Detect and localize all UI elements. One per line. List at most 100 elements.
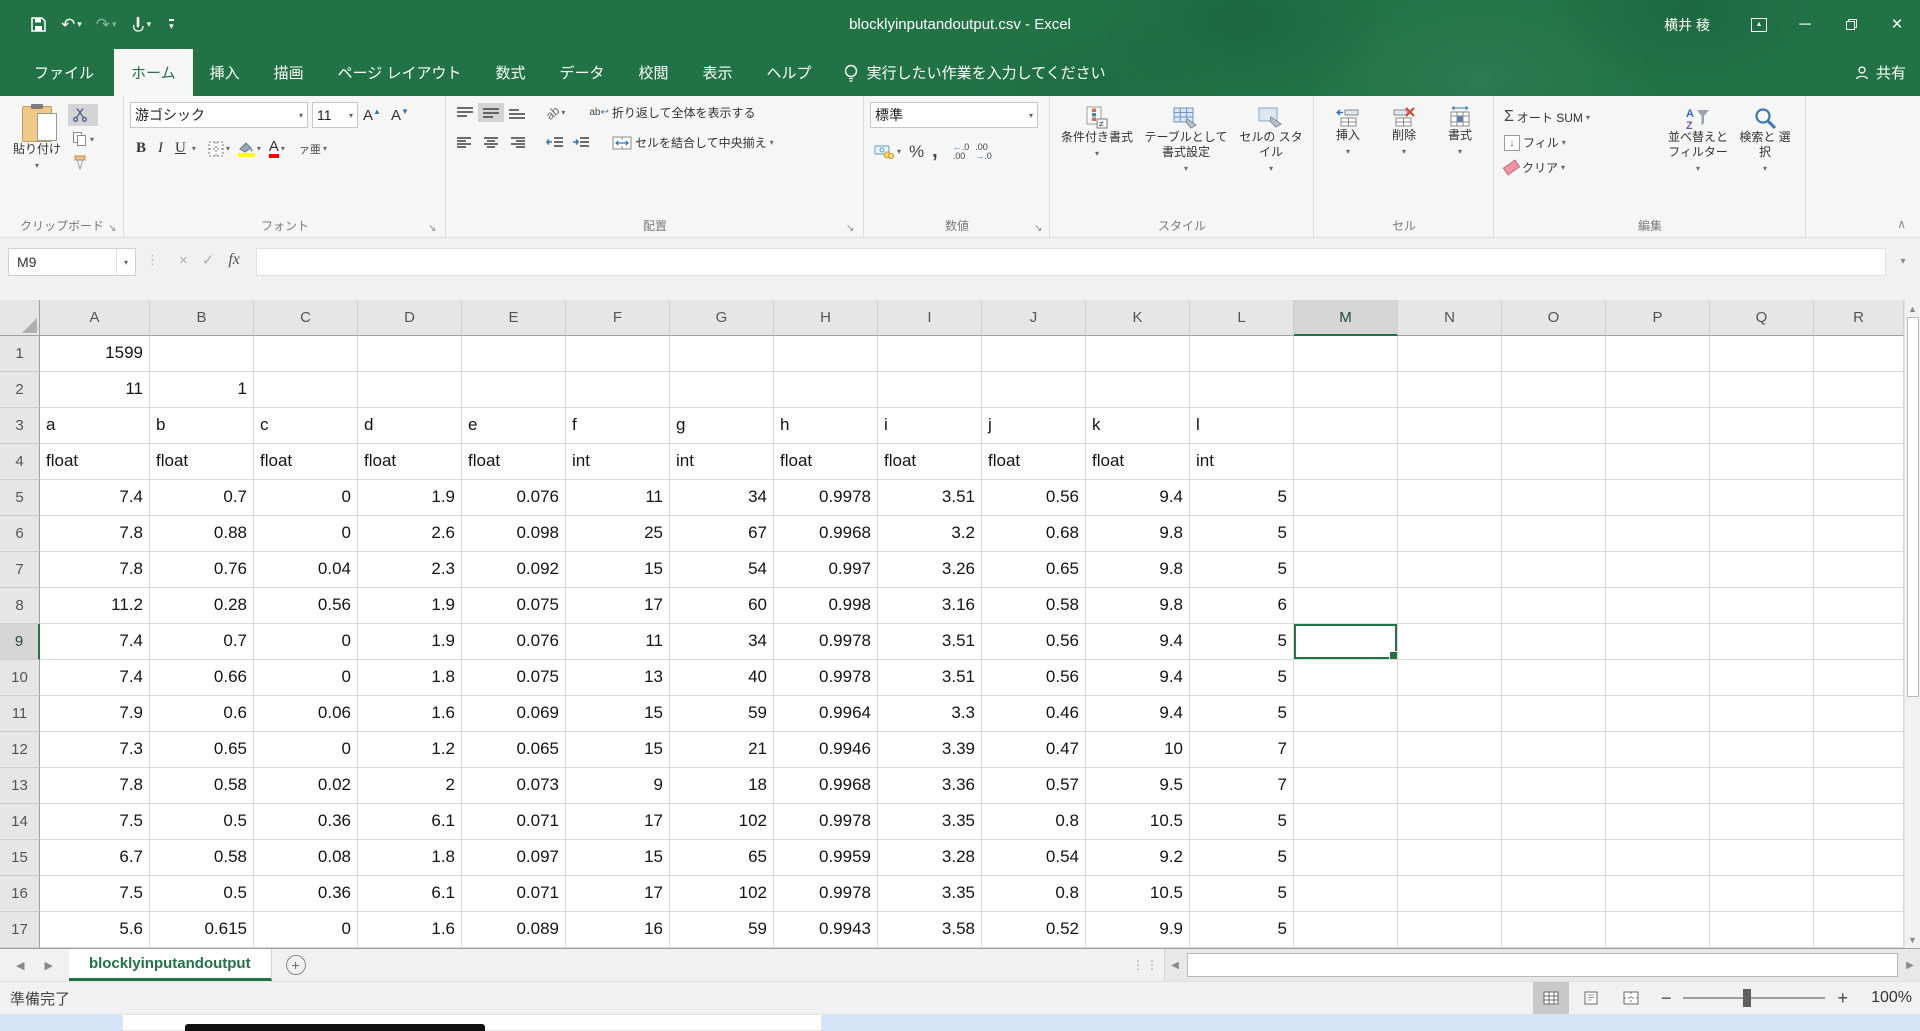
row-header-6[interactable]: 6 — [0, 516, 40, 552]
alignment-dialog-launcher-icon[interactable]: ↘ — [846, 223, 854, 234]
touch-mode-icon[interactable]: ▾ — [127, 16, 156, 33]
cell-P15[interactable] — [1606, 840, 1710, 876]
cell-M16[interactable] — [1294, 876, 1398, 912]
cell-A11[interactable]: 7.9 — [40, 696, 150, 732]
cell-O7[interactable] — [1502, 552, 1606, 588]
cell-F5[interactable]: 11 — [566, 480, 670, 516]
cell-K10[interactable]: 9.4 — [1086, 660, 1190, 696]
cell-N17[interactable] — [1398, 912, 1502, 948]
cell-C7[interactable]: 0.04 — [254, 552, 358, 588]
column-header-E[interactable]: E — [462, 300, 566, 336]
cell-F13[interactable]: 9 — [566, 768, 670, 804]
cell-K12[interactable]: 10 — [1086, 732, 1190, 768]
conditional-formatting-button[interactable]: ≠ 条件付き書式 ▾ — [1056, 102, 1138, 213]
sheet-tab-active[interactable]: blocklyinputandoutput — [69, 949, 272, 981]
cell-A6[interactable]: 7.8 — [40, 516, 150, 552]
cell-G10[interactable]: 40 — [670, 660, 774, 696]
cell-K2[interactable] — [1086, 372, 1190, 408]
cell-K14[interactable]: 10.5 — [1086, 804, 1190, 840]
cell-N4[interactable] — [1398, 444, 1502, 480]
cell-B10[interactable]: 0.66 — [150, 660, 254, 696]
cell-K8[interactable]: 9.8 — [1086, 588, 1190, 624]
cell-G12[interactable]: 21 — [670, 732, 774, 768]
cell-J8[interactable]: 0.58 — [982, 588, 1086, 624]
cell-F12[interactable]: 15 — [566, 732, 670, 768]
cell-N14[interactable] — [1398, 804, 1502, 840]
cell-K13[interactable]: 9.5 — [1086, 768, 1190, 804]
cell-A14[interactable]: 7.5 — [40, 804, 150, 840]
tab-file[interactable]: ファイル — [14, 49, 114, 96]
cell-G9[interactable]: 34 — [670, 624, 774, 660]
align-right-icon[interactable] — [504, 133, 530, 152]
cell-A17[interactable]: 5.6 — [40, 912, 150, 948]
cell-P11[interactable] — [1606, 696, 1710, 732]
cell-O3[interactable] — [1502, 408, 1606, 444]
cell-F2[interactable] — [566, 372, 670, 408]
name-box-caret-icon[interactable]: ▾ — [116, 249, 135, 275]
cell-E11[interactable]: 0.069 — [462, 696, 566, 732]
cell-E8[interactable]: 0.075 — [462, 588, 566, 624]
insert-cells-button[interactable]: 挿入 ▾ — [1320, 102, 1376, 213]
cell-J4[interactable]: float — [982, 444, 1086, 480]
column-header-I[interactable]: I — [878, 300, 982, 336]
cell-F1[interactable] — [566, 336, 670, 372]
cell-N6[interactable] — [1398, 516, 1502, 552]
formula-bar-splitter[interactable]: ⋮ — [142, 248, 163, 272]
cell-E13[interactable]: 0.073 — [462, 768, 566, 804]
cell-L10[interactable]: 5 — [1190, 660, 1294, 696]
cell-C12[interactable]: 0 — [254, 732, 358, 768]
increase-font-icon[interactable]: A▲ — [358, 107, 386, 124]
cell-F14[interactable]: 17 — [566, 804, 670, 840]
number-format-select[interactable]: 標準▾ — [870, 102, 1038, 128]
cell-Q10[interactable] — [1710, 660, 1814, 696]
cell-D16[interactable]: 6.1 — [358, 876, 462, 912]
cell-C6[interactable]: 0 — [254, 516, 358, 552]
cell-M13[interactable] — [1294, 768, 1398, 804]
row-header-14[interactable]: 14 — [0, 804, 40, 840]
cell-O8[interactable] — [1502, 588, 1606, 624]
cell-H4[interactable]: float — [774, 444, 878, 480]
clipboard-dialog-launcher-icon[interactable]: ↘ — [108, 223, 116, 234]
cell-E4[interactable]: float — [462, 444, 566, 480]
cell-L2[interactable] — [1190, 372, 1294, 408]
cell-N16[interactable] — [1398, 876, 1502, 912]
column-header-D[interactable]: D — [358, 300, 462, 336]
cell-J12[interactable]: 0.47 — [982, 732, 1086, 768]
cell-F9[interactable]: 11 — [566, 624, 670, 660]
cell-C15[interactable]: 0.08 — [254, 840, 358, 876]
tab-数式[interactable]: 数式 — [478, 49, 542, 96]
cell-O5[interactable] — [1502, 480, 1606, 516]
share-button[interactable]: 共有 — [1854, 49, 1906, 96]
cell-O13[interactable] — [1502, 768, 1606, 804]
cell-K6[interactable]: 9.8 — [1086, 516, 1190, 552]
cell-O11[interactable] — [1502, 696, 1606, 732]
cell-A5[interactable]: 7.4 — [40, 480, 150, 516]
cell-E7[interactable]: 0.092 — [462, 552, 566, 588]
cell-K11[interactable]: 9.4 — [1086, 696, 1190, 732]
tab-データ[interactable]: データ — [543, 49, 622, 96]
cell-A15[interactable]: 6.7 — [40, 840, 150, 876]
cell-M6[interactable] — [1294, 516, 1398, 552]
cell-D10[interactable]: 1.8 — [358, 660, 462, 696]
cell-C14[interactable]: 0.36 — [254, 804, 358, 840]
cell-B8[interactable]: 0.28 — [150, 588, 254, 624]
borders-button[interactable]: ▾ — [204, 138, 234, 160]
zoom-level[interactable]: 100% — [1860, 989, 1912, 1007]
cell-B17[interactable]: 0.615 — [150, 912, 254, 948]
zoom-slider[interactable] — [1683, 997, 1825, 999]
underline-button[interactable]: U — [169, 140, 192, 157]
cell-E3[interactable]: e — [462, 408, 566, 444]
cell-F17[interactable]: 16 — [566, 912, 670, 948]
new-sheet-icon[interactable]: + — [286, 955, 306, 975]
cell-I4[interactable]: float — [878, 444, 982, 480]
cell-C4[interactable]: float — [254, 444, 358, 480]
cell-N9[interactable] — [1398, 624, 1502, 660]
cell-I1[interactable] — [878, 336, 982, 372]
cell-L8[interactable]: 6 — [1190, 588, 1294, 624]
cell-I13[interactable]: 3.36 — [878, 768, 982, 804]
cell-C10[interactable]: 0 — [254, 660, 358, 696]
column-header-H[interactable]: H — [774, 300, 878, 336]
cell-P6[interactable] — [1606, 516, 1710, 552]
cell-P16[interactable] — [1606, 876, 1710, 912]
undo-icon[interactable]: ↶▾ — [57, 15, 86, 35]
